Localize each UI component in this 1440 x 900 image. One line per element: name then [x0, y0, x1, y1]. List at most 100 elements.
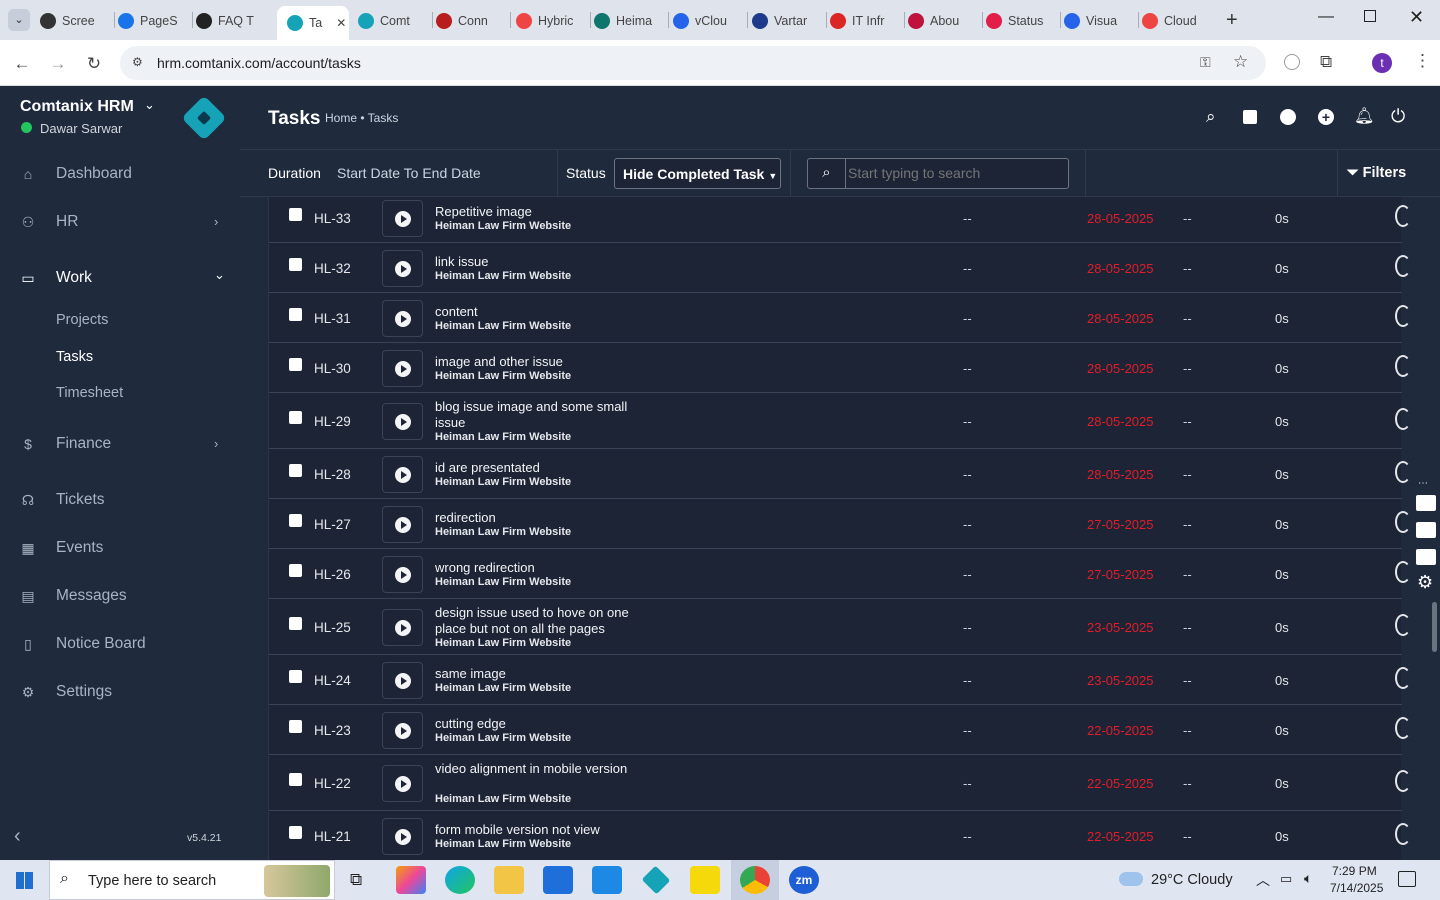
- browser-menu-icon[interactable]: ⋮: [1414, 51, 1431, 71]
- scrollbar-thumb[interactable]: [1432, 602, 1437, 652]
- task-id[interactable]: HL-33: [314, 211, 351, 226]
- profile-avatar[interactable]: t: [1372, 53, 1392, 73]
- task-project[interactable]: Heiman Law Firm Website: [435, 220, 571, 232]
- sidebar-item-work[interactable]: ▭ Work: [20, 269, 92, 287]
- sidebar-item-events[interactable]: ▦ Events: [20, 539, 103, 557]
- table-row[interactable]: HL-33 Repetitive image Heiman Law Firm Web…: [269, 197, 1411, 243]
- start-timer-button[interactable]: [382, 456, 423, 493]
- mail-icon[interactable]: [592, 866, 622, 894]
- task-project[interactable]: Heiman Law Firm Website: [435, 637, 571, 649]
- sticky-notes-icon[interactable]: [690, 866, 720, 894]
- weather-text[interactable]: 29°C Cloudy: [1151, 872, 1233, 888]
- start-timer-button[interactable]: [382, 250, 423, 287]
- task-project[interactable]: Heiman Law Firm Website: [435, 320, 571, 332]
- task-id[interactable]: HL-28: [314, 467, 351, 482]
- row-actions-icon[interactable]: [1395, 614, 1411, 636]
- sidebar-item-settings[interactable]: ⚙ Settings: [20, 683, 112, 701]
- row-checkbox[interactable]: [289, 464, 302, 477]
- table-row[interactable]: HL-27 redirection Heiman Law Firm Website -…: [269, 499, 1411, 549]
- start-timer-button[interactable]: [382, 765, 423, 802]
- hrm-app-icon[interactable]: [641, 865, 671, 895]
- task-name[interactable]: Repetitive image: [435, 204, 655, 220]
- site-info-icon[interactable]: ⚙: [132, 55, 143, 69]
- table-row[interactable]: HL-32 link issue Heiman Law Firm Website --…: [269, 243, 1411, 293]
- collapse-sidebar-icon[interactable]: ‹: [14, 825, 21, 848]
- row-checkbox[interactable]: [289, 617, 302, 630]
- row-checkbox[interactable]: [289, 773, 302, 786]
- new-tab-icon[interactable]: +: [1226, 9, 1238, 32]
- status-select[interactable]: Hide Completed Task ▼: [614, 158, 781, 189]
- task-name[interactable]: cutting edge: [435, 716, 655, 732]
- row-checkbox[interactable]: [289, 514, 302, 527]
- row-checkbox[interactable]: [289, 358, 302, 371]
- start-timer-button[interactable]: [382, 609, 423, 646]
- url-field[interactable]: ⚙ hrm.comtanix.com/account/tasks ⚿ ☆: [120, 46, 1266, 80]
- table-row[interactable]: HL-25 design issue used to hove on one pl…: [269, 599, 1411, 655]
- row-actions-icon[interactable]: [1395, 823, 1411, 845]
- taskbar-search-box[interactable]: ⌕ Type here to search: [49, 860, 335, 900]
- task-name[interactable]: same image: [435, 666, 655, 682]
- start-timer-button[interactable]: [382, 200, 423, 237]
- sidebar-item-notice-board[interactable]: ▯ Notice Board: [20, 635, 145, 653]
- filters-button[interactable]: ⏷ Filters: [1347, 165, 1406, 181]
- row-actions-icon[interactable]: [1395, 355, 1411, 377]
- task-name[interactable]: id are presentated: [435, 460, 655, 476]
- start-timer-button[interactable]: [382, 662, 423, 699]
- minimize-icon[interactable]: —: [1318, 8, 1334, 26]
- maximize-icon[interactable]: [1364, 10, 1376, 22]
- row-checkbox[interactable]: [289, 308, 302, 321]
- power-icon[interactable]: ⏻: [1391, 106, 1405, 127]
- task-id[interactable]: HL-25: [314, 620, 351, 635]
- table-row[interactable]: HL-29 blog issue image and some small iss…: [269, 393, 1411, 449]
- task-id[interactable]: HL-23: [314, 723, 351, 738]
- sidebar-item-messages[interactable]: ▤ Messages: [20, 587, 126, 605]
- browser-tab[interactable]: Visua: [1064, 8, 1132, 34]
- company-name[interactable]: Comtanix HRM: [20, 98, 134, 116]
- tab-list-icon[interactable]: ⌄: [8, 9, 30, 31]
- edge-icon[interactable]: [445, 866, 475, 894]
- search-icon[interactable]: ⌕: [1206, 107, 1216, 127]
- translate-icon[interactable]: [1284, 54, 1300, 70]
- file-explorer-icon[interactable]: [494, 866, 524, 894]
- task-name[interactable]: blog issue image and some small issue: [435, 399, 655, 431]
- table-row[interactable]: HL-30 image and other issue Heiman Law Fir…: [269, 343, 1411, 393]
- toolbar-dots-icon[interactable]: ⋯: [1418, 478, 1428, 489]
- browser-tab[interactable]: vClou: [673, 8, 741, 34]
- screen-icon[interactable]: [1416, 549, 1436, 565]
- task-view-icon[interactable]: ⧉: [350, 870, 362, 890]
- task-name[interactable]: redirection: [435, 510, 655, 526]
- browser-tab[interactable]: IT Infr: [830, 8, 898, 34]
- row-checkbox[interactable]: [289, 564, 302, 577]
- copilot-icon[interactable]: [396, 866, 426, 894]
- browser-tab[interactable]: Ta ✕: [277, 6, 349, 40]
- bookmark-star-icon[interactable]: ☆: [1233, 52, 1248, 72]
- task-project[interactable]: Heiman Law Firm Website: [435, 370, 571, 382]
- row-checkbox[interactable]: [289, 258, 302, 271]
- task-name[interactable]: video alignment in mobile version: [435, 761, 655, 777]
- task-name[interactable]: design issue used to hove on one place b…: [435, 605, 655, 637]
- task-project[interactable]: Heiman Law Firm Website: [435, 838, 571, 850]
- row-actions-icon[interactable]: [1395, 255, 1411, 277]
- browser-tab[interactable]: Hybric: [516, 8, 584, 34]
- notification-center-icon[interactable]: [1398, 871, 1416, 887]
- company-chevron-icon[interactable]: ⌄: [144, 97, 155, 113]
- clock-icon[interactable]: [1280, 109, 1296, 125]
- password-key-icon[interactable]: ⚿: [1200, 54, 1211, 71]
- browser-tab[interactable]: PageS: [118, 8, 186, 34]
- task-name[interactable]: image and other issue: [435, 354, 655, 370]
- start-timer-button[interactable]: [382, 300, 423, 337]
- task-name[interactable]: wrong redirection: [435, 560, 655, 576]
- task-id[interactable]: HL-30: [314, 361, 351, 376]
- browser-tab[interactable]: Abou: [908, 8, 976, 34]
- row-checkbox[interactable]: [289, 670, 302, 683]
- sidebar-subitem-timesheet[interactable]: Timesheet: [56, 385, 123, 401]
- back-icon[interactable]: ←: [12, 54, 32, 74]
- zoom-icon[interactable]: zm: [789, 866, 819, 894]
- table-row[interactable]: HL-26 wrong redirection Heiman Law Firm We…: [269, 549, 1411, 599]
- task-project[interactable]: Heiman Law Firm Website: [435, 476, 571, 488]
- row-checkbox[interactable]: [289, 826, 302, 839]
- microsoft-store-icon[interactable]: [543, 866, 573, 894]
- sticky-note-icon[interactable]: [1243, 110, 1257, 124]
- row-actions-icon[interactable]: [1395, 561, 1411, 583]
- row-actions-icon[interactable]: [1395, 205, 1411, 227]
